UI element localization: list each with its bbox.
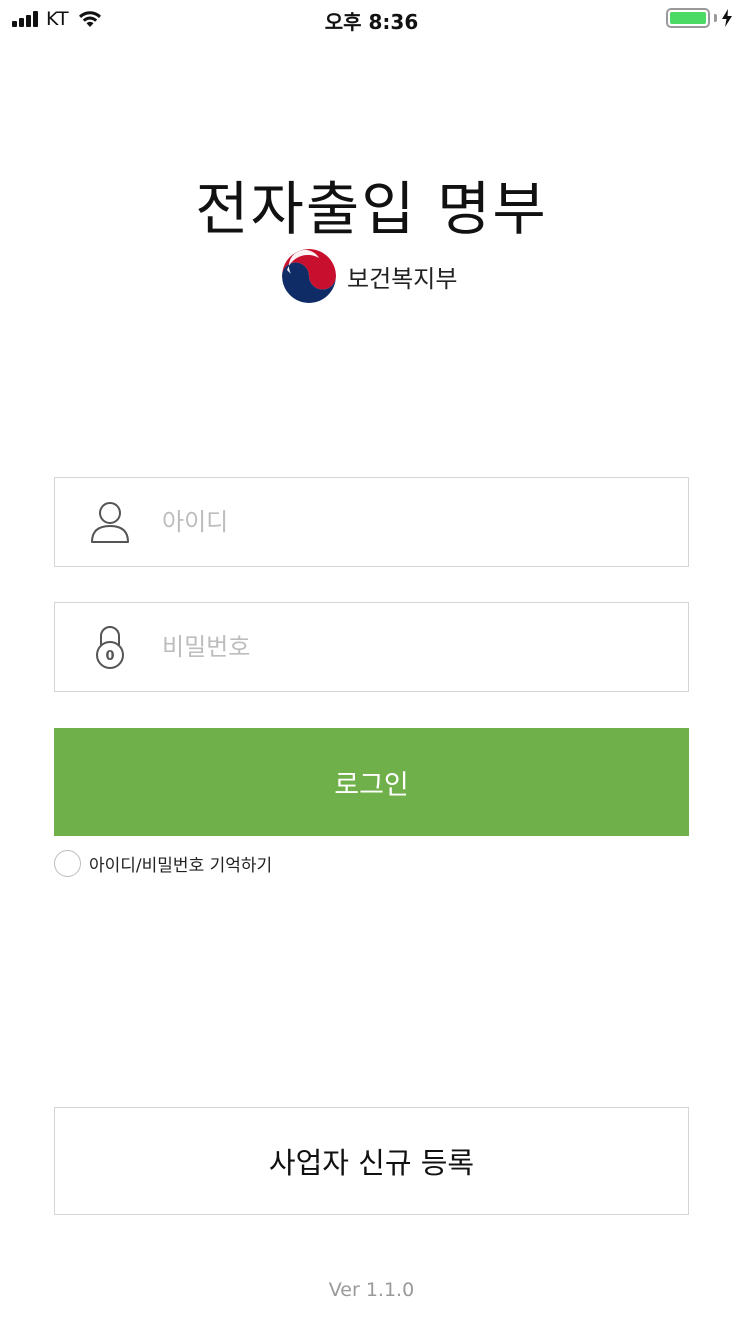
taegeuk-emblem-icon [282, 249, 336, 303]
status-time: 오후 8:36 [324, 10, 419, 34]
ministry-brand: 보건복지부 [281, 248, 457, 304]
id-input[interactable] [162, 508, 642, 536]
battery-cap [714, 14, 717, 22]
status-right [666, 8, 733, 28]
svg-text:0: 0 [105, 649, 114, 664]
remember-credentials[interactable]: 아이디/비밀번호 기억하기 [54, 848, 272, 878]
charging-bolt-icon [722, 9, 732, 27]
id-field[interactable] [54, 477, 689, 567]
status-bar: KT 오후 8:36 [0, 0, 743, 40]
ministry-name: 보건복지부 [347, 264, 458, 293]
battery-fill [670, 12, 706, 24]
password-field[interactable]: 0 [54, 602, 689, 692]
password-input[interactable] [162, 633, 642, 661]
user-icon [91, 502, 129, 543]
remember-label: 아이디/비밀번호 기억하기 [89, 855, 273, 876]
version-label: Ver 1.1.0 [328, 1279, 415, 1301]
battery-icon [666, 8, 710, 28]
lock-icon: 0 [96, 626, 124, 669]
page-title: 전자출입 명부 [195, 175, 548, 243]
register-business-button[interactable]: 사업자 신규 등록 [54, 1107, 689, 1215]
login-button[interactable]: 로그인 [54, 728, 689, 836]
remember-radio[interactable] [54, 849, 81, 877]
